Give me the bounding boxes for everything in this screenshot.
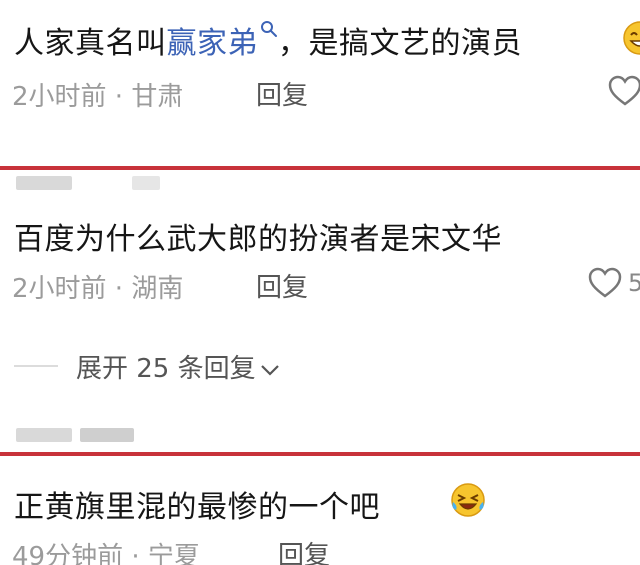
comment-1-location: 甘肃 — [131, 82, 184, 112]
laughing-tears-emoji-icon — [451, 483, 485, 517]
comment-1-separator: · — [106, 82, 132, 112]
heart-icon[interactable] — [588, 267, 622, 299]
comment-1-text-start: 人家真名叫 — [14, 26, 167, 61]
blurred-avatar — [16, 428, 72, 442]
red-divider — [0, 166, 640, 170]
comment-3-reply-button[interactable]: 回复 — [278, 535, 330, 565]
comment-2-time: 2小时前 — [12, 274, 107, 304]
comment-3-meta: 49分钟前 · 宁夏 — [12, 536, 200, 565]
expand-replies-button[interactable]: 展开 25 条回复 — [76, 348, 280, 385]
blurred-username — [80, 428, 134, 442]
comment-2-text: 百度为什么武大郎的扮演者是宋文华 — [14, 222, 502, 257]
comment-1-meta: 2小时前 · 甘肃 — [12, 76, 183, 113]
comment-2-location: 湖南 — [131, 274, 184, 304]
comments-screen: 人家真名叫赢家弟 ，是搞文艺的演员 2小时前 · 甘肃 回复 百度为什么武大郎的扮… — [0, 0, 640, 565]
comment-2-meta: 2小时前 · 湖南 — [12, 268, 183, 305]
comment-1-link-text[interactable]: 赢家弟 — [167, 26, 259, 61]
chevron-down-icon[interactable] — [260, 363, 280, 377]
expand-replies-label[interactable]: 展开 25 条回复 — [76, 354, 256, 384]
comment-1-search-link[interactable]: 赢家弟 — [167, 21, 279, 61]
comment-1-reply-button[interactable]: 回复 — [256, 75, 308, 112]
comment-2-like-count: 5 — [628, 269, 640, 297]
comment-3-separator: · — [123, 542, 148, 565]
comment-2-reply-button[interactable]: 回复 — [256, 267, 308, 304]
red-divider — [0, 452, 640, 456]
grin-emoji-icon — [623, 21, 640, 55]
comment-3-text: 正黄旗里混的最惨的一个吧 — [14, 490, 380, 525]
comment-1-text-end: ，是搞文艺的演员 — [278, 26, 522, 61]
comment-3-time: 49分钟前 — [12, 542, 124, 565]
search-mini-icon[interactable] — [260, 20, 278, 38]
comment-1-time: 2小时前 — [12, 82, 107, 112]
blurred-avatar — [16, 176, 72, 190]
expand-divider — [14, 365, 58, 367]
comment-2-separator: · — [106, 274, 132, 304]
comment-3-location: 宁夏 — [147, 542, 200, 565]
blurred-username — [132, 176, 160, 190]
comment-1-text: 人家真名叫赢家弟 ，是搞文艺的演员 — [14, 18, 522, 62]
heart-icon[interactable] — [608, 75, 640, 107]
